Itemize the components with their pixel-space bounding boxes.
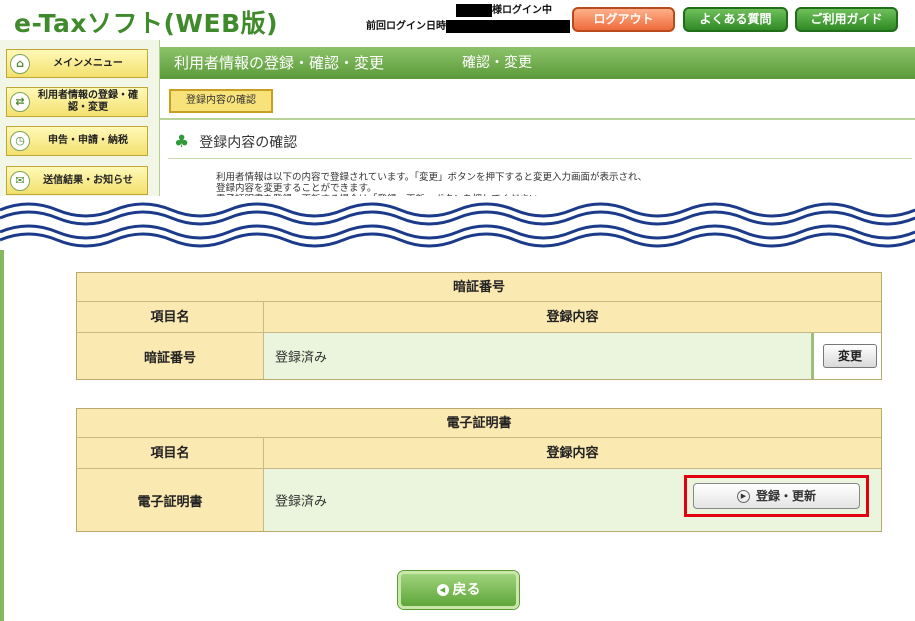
table-title: 暗証番号 [77, 273, 881, 302]
sidebar-item-label: メインメニュー [53, 57, 123, 69]
header: e-Taxソフト(WEB版) 様ログイン中 前回ログイン日時 ログアウト よくあ… [0, 0, 915, 40]
col-content: 登録内容 [546, 310, 599, 325]
col-item-name: 項目名 [77, 438, 264, 468]
table-title: 電子証明書 [77, 409, 881, 438]
redacted-last-login [446, 20, 570, 33]
divider [168, 158, 912, 159]
sidebar-item-main-menu[interactable]: ⌂ メインメニュー [6, 49, 148, 78]
app-logo: e-Taxソフト(WEB版) [14, 9, 279, 38]
table-header: 項目名 登録内容 [77, 438, 881, 469]
section-title: ♣ 登録内容の確認 [174, 132, 298, 152]
page-title: 利用者情報の登録・確認・変更 [174, 54, 385, 72]
table-row: 電子証明書 登録済み ▶ 登録・更新 [77, 469, 881, 531]
clover-icon: ♣ [174, 132, 190, 152]
col-item-name: 項目名 [77, 302, 264, 332]
back-arrow-icon: ◀ [436, 584, 449, 596]
register-update-button[interactable]: ▶ 登録・更新 [693, 483, 860, 509]
frame-border [0, 250, 4, 621]
table-header: 項目名 登録内容 [77, 302, 881, 333]
last-login: 前回ログイン日時 [366, 20, 570, 34]
sidebar-item-results[interactable]: ✉ 送信結果・お知らせ [6, 166, 148, 195]
tab-confirm[interactable]: 登録内容の確認 [169, 89, 273, 113]
highlight-box: ▶ 登録・更新 [684, 475, 869, 517]
divider [160, 118, 915, 120]
row-label: 電子証明書 [77, 469, 264, 531]
page-subtitle: 確認・変更 [462, 55, 532, 71]
pin-table: 暗証番号 項目名 登録内容 暗証番号 登録済み 変更 [76, 272, 882, 380]
clock-icon: ◷ [10, 131, 30, 151]
play-icon: ▶ [736, 490, 750, 503]
col-content: 登録内容 [546, 446, 599, 461]
row-label: 暗証番号 [77, 333, 264, 379]
content-top: 利用者情報の登録・確認・変更 確認・変更 登録内容の確認 ♣ 登録内容の確認 利用… [160, 40, 915, 205]
row-value: 登録済み [275, 350, 328, 366]
sidebar-item-filing[interactable]: ◷ 申告・申請・納税 [6, 126, 148, 156]
sidebar-item-label: 利用者情報の登録・確認・変更 [38, 90, 138, 113]
back-button[interactable]: ◀ 戻る [398, 571, 519, 609]
change-button[interactable]: 変更 [823, 344, 877, 368]
action-cell: 変更 [811, 333, 881, 379]
row-content: 登録済み 変更 [264, 333, 881, 379]
guide-button[interactable]: ご利用ガイド [795, 7, 898, 32]
sidebar: ⌂ メインメニュー ⇄ 利用者情報の登録・確認・変更 ◷ 申告・申請・納税 ✉ … [0, 40, 160, 205]
cert-table: 電子証明書 項目名 登録内容 電子証明書 登録済み ▶ 登録・更新 [76, 408, 882, 532]
wave-break [0, 196, 915, 254]
page-header: 利用者情報の登録・確認・変更 確認・変更 [160, 47, 915, 79]
logout-button[interactable]: ログアウト [572, 7, 675, 32]
sidebar-item-user-info[interactable]: ⇄ 利用者情報の登録・確認・変更 [6, 87, 148, 117]
row-value: 登録済み [275, 494, 328, 510]
sidebar-item-label: 送信結果・お知らせ [43, 174, 133, 186]
table-row: 暗証番号 登録済み 変更 [77, 333, 881, 379]
faq-button[interactable]: よくある質問 [683, 7, 788, 32]
redacted-username [456, 4, 492, 17]
arrows-icon: ⇄ [10, 92, 30, 112]
sidebar-item-label: 申告・申請・納税 [48, 135, 128, 146]
mail-icon: ✉ [10, 170, 30, 191]
home-icon: ⌂ [10, 53, 30, 74]
row-content: 登録済み ▶ 登録・更新 [264, 469, 881, 531]
login-status: 様ログイン中 [456, 4, 552, 18]
